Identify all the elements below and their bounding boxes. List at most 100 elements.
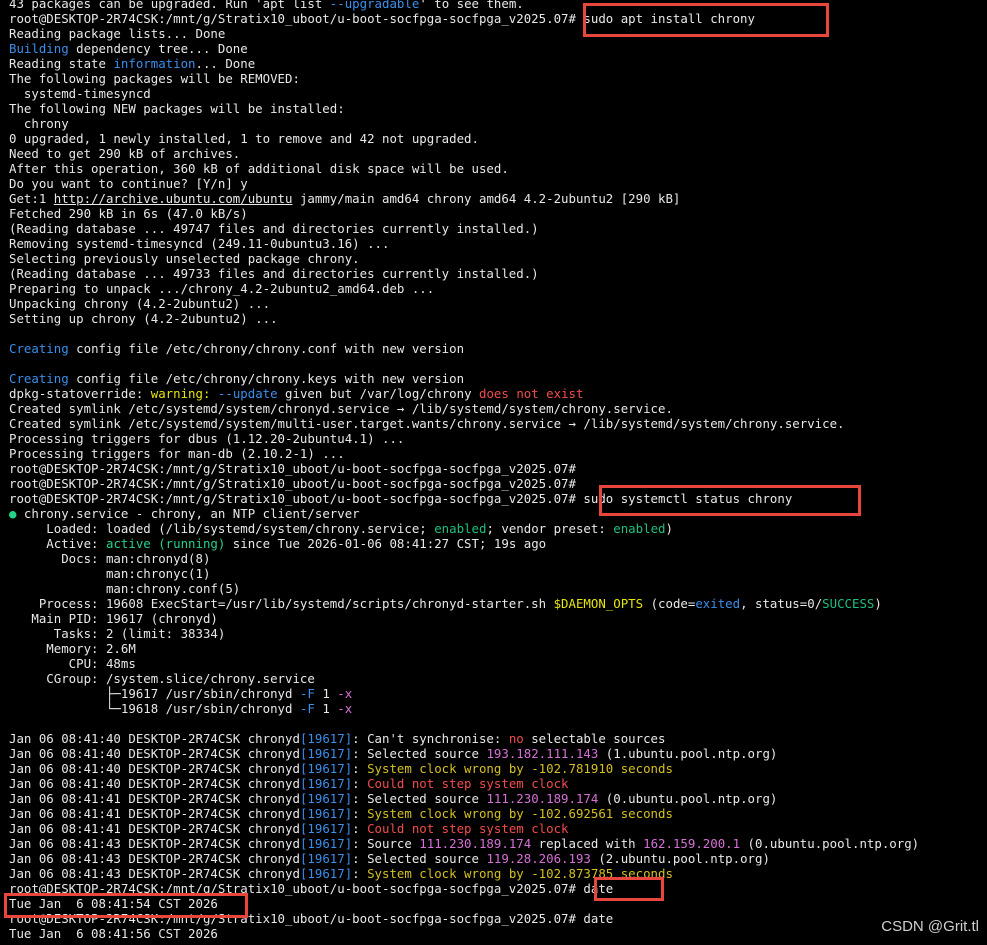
terminal-line: ├─19617 /usr/sbin/chronyd -F 1 -x (9, 686, 352, 701)
terminal-text: (2.ubuntu.pool.ntp.org) (590, 851, 770, 866)
terminal-text: (1.ubuntu.pool.ntp.org) (598, 746, 778, 761)
terminal-text: : (352, 761, 368, 776)
terminal-text: Memory: 2.6M (9, 641, 136, 656)
terminal-text: Created symlink /etc/systemd/system/chro… (9, 401, 673, 416)
terminal-text: : Selected source (352, 791, 487, 806)
terminal-text: 193.182.111.143 (486, 746, 599, 761)
terminal-text: -F (299, 701, 315, 716)
terminal-text: Jan 06 08:41:40 DESKTOP-2R74CSK chronyd (9, 776, 300, 791)
terminal-line: chrony (9, 116, 69, 131)
terminal-line: Tasks: 2 (limit: 38334) (9, 626, 226, 641)
terminal-text: Removing systemd-timesyncd (249.11-0ubun… (9, 236, 390, 251)
terminal-text: dpkg-statoverride: (9, 386, 151, 401)
terminal-text: selectable sources (523, 731, 666, 746)
terminal-text: Reading package lists... Done (9, 26, 226, 41)
terminal-text: 111.230.189.174 (419, 836, 532, 851)
terminal-line: Jan 06 08:41:41 DESKTOP-2R74CSK chronyd[… (9, 791, 777, 806)
terminal-text: Fetched 290 kB in 6s (47.0 kB/s) (9, 206, 248, 221)
terminal-line: Process: 19608 ExecStart=/usr/lib/system… (9, 596, 882, 611)
terminal-line: Setting up chrony (4.2-2ubuntu2) ... (9, 311, 278, 326)
terminal-text: : (352, 806, 368, 821)
terminal-text: Need to get 290 kB of archives. (9, 146, 241, 161)
terminal-text: Creating (9, 341, 69, 356)
terminal-line: CGroup: /system.slice/chrony.service (9, 671, 315, 686)
terminal-text: Tasks: 2 (limit: 38334) (9, 626, 226, 641)
terminal-text: $DAEMON_OPTS (553, 596, 644, 611)
terminal-output[interactable]: 43 packages can be upgraded. Run 'apt li… (0, 0, 987, 945)
terminal-text: Jan 06 08:41:40 DESKTOP-2R74CSK chronyd (9, 761, 300, 776)
terminal-text: systemd-timesyncd (9, 86, 151, 101)
terminal-text: : Selected source (352, 851, 487, 866)
terminal-text: : (352, 866, 368, 881)
terminal-text: 43 packages can be upgraded. Run 'apt li… (9, 0, 330, 11)
terminal-text: enabled (434, 521, 487, 536)
terminal-line: Tue Jan 6 08:41:54 CST 2026 (9, 896, 218, 911)
terminal-text: Jan 06 08:41:41 DESKTOP-2R74CSK chronyd (9, 821, 300, 836)
terminal-line: Creating config file /etc/chrony/chrony.… (9, 371, 464, 386)
terminal-text: [19617] (299, 731, 353, 746)
terminal-text: : (352, 776, 368, 791)
terminal-text: man:chrony.conf(5) (9, 581, 241, 596)
terminal-text[interactable]: http://archive.ubuntu.com/ubuntu (54, 191, 293, 206)
terminal-text: Unpacking chrony (4.2-2ubuntu2) ... (9, 296, 271, 311)
terminal-text: After this operation, 360 kB of addition… (9, 161, 509, 176)
terminal-line: CPU: 48ms (9, 656, 136, 671)
terminal-text: dependency tree... Done (68, 41, 248, 56)
terminal-text: [19617] (299, 866, 353, 881)
terminal-text: root@DESKTOP-2R74CSK:/mnt/g/Stratix10_ub… (9, 881, 614, 896)
terminal-text: Docs: man:chronyd(8) (9, 551, 211, 566)
terminal-text: : (352, 821, 368, 836)
terminal-text: [19617] (299, 761, 353, 776)
terminal-text: (0.ubuntu.pool.ntp.org) (598, 791, 778, 806)
terminal-text: Jan 06 08:41:41 DESKTOP-2R74CSK chronyd (9, 791, 300, 806)
terminal-text: information (113, 56, 196, 71)
terminal-line: Jan 06 08:41:40 DESKTOP-2R74CSK chronyd[… (9, 761, 673, 776)
terminal-text: Process: 19608 ExecStart=/usr/lib/system… (9, 596, 554, 611)
terminal-line: └─19618 /usr/sbin/chronyd -F 1 -x (9, 701, 352, 716)
terminal-text: Could not step system clock (367, 776, 569, 791)
terminal-line: Do you want to continue? [Y/n] y (9, 176, 248, 191)
terminal-text: System clock wrong by -102.781910 second… (367, 761, 673, 776)
terminal-text: given but /var/log/chrony (277, 386, 480, 401)
terminal-text: System clock wrong by -102.692561 second… (367, 806, 673, 821)
terminal-text: jammy/main amd64 chrony amd64 4.2-2ubunt… (292, 191, 681, 206)
terminal-line: The following NEW packages will be insta… (9, 101, 345, 116)
terminal-line: Fetched 290 kB in 6s (47.0 kB/s) (9, 206, 248, 221)
terminal-text: [19617] (299, 746, 353, 761)
terminal-text: [19617] (299, 836, 353, 851)
terminal-line: Get:1 http://archive.ubuntu.com/ubuntu j… (9, 191, 680, 206)
terminal-text: no (508, 731, 524, 746)
terminal-line: man:chrony.conf(5) (9, 581, 240, 596)
terminal-line: Jan 06 08:41:43 DESKTOP-2R74CSK chronyd[… (9, 851, 770, 866)
terminal-text: 162.159.200.1 (643, 836, 741, 851)
terminal-text: --upgradable (329, 0, 420, 11)
terminal-text: ; vendor preset: (486, 521, 614, 536)
terminal-line: Reading state information... Done (9, 56, 255, 71)
terminal-text: System clock wrong by -102.873785 second… (367, 866, 673, 881)
terminal-text: Loaded: loaded (/lib/systemd/system/chro… (9, 521, 435, 536)
terminal-text: chrony (9, 116, 69, 131)
terminal-text: Active: (9, 536, 106, 551)
terminal-text: since Tue 2026-01-06 08:41:27 CST; 19s a… (225, 536, 547, 551)
terminal-text: Main PID: 19617 (chronyd) (9, 611, 218, 626)
terminal-text: config file /etc/chrony/chrony.keys with… (68, 371, 465, 386)
terminal-line: root@DESKTOP-2R74CSK:/mnt/g/Stratix10_ub… (9, 881, 613, 896)
terminal-text: -x (337, 701, 353, 716)
terminal-text: chrony.service - chrony, an NTP client/s… (16, 506, 360, 521)
terminal-text: root@DESKTOP-2R74CSK:/mnt/g/Stratix10_ub… (9, 491, 793, 506)
terminal-line: Active: active (running) since Tue 2026-… (9, 536, 546, 551)
terminal-line: Created symlink /etc/systemd/system/mult… (9, 416, 845, 431)
terminal-text: 1 (314, 701, 338, 716)
terminal-text: Processing triggers for dbus (1.12.20-2u… (9, 431, 405, 446)
terminal-text: 111.230.189.174 (486, 791, 599, 806)
terminal-text: (0.ubuntu.pool.ntp.org) (740, 836, 920, 851)
terminal-text: Selecting previously unselected package … (9, 251, 360, 266)
terminal-text: ) (874, 596, 882, 611)
terminal-line: Selecting previously unselected package … (9, 251, 360, 266)
terminal-line: root@DESKTOP-2R74CSK:/mnt/g/Stratix10_ub… (9, 461, 576, 476)
terminal-line: Main PID: 19617 (chronyd) (9, 611, 218, 626)
terminal-line: Creating config file /etc/chrony/chrony.… (9, 341, 464, 356)
terminal-text: (code= (643, 596, 696, 611)
terminal-text: enabled (613, 521, 666, 536)
terminal-text: : Source (352, 836, 420, 851)
